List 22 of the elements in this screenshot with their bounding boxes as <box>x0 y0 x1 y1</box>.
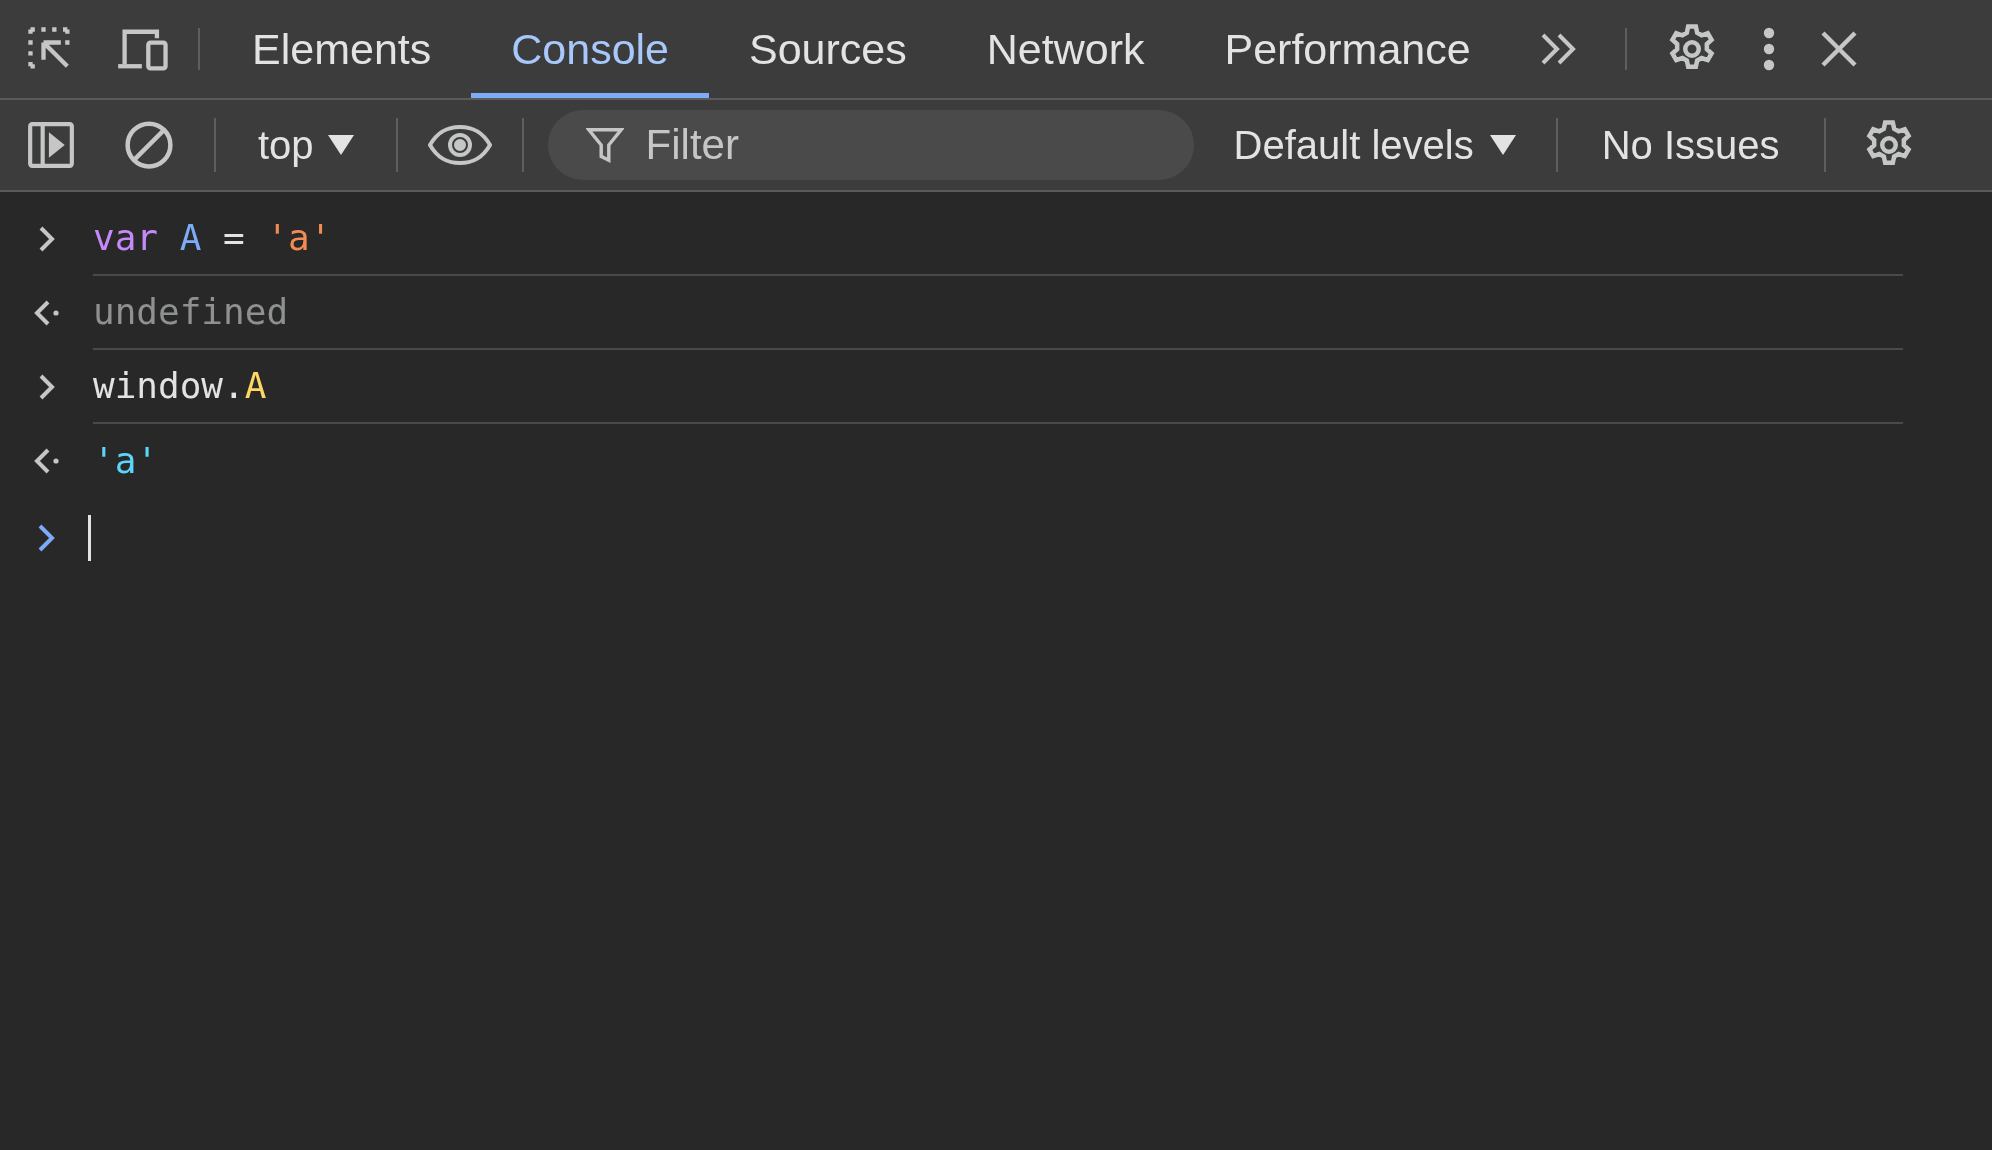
more-options-icon[interactable] <box>1762 27 1775 71</box>
sidebar-toggle-icon[interactable] <box>26 120 76 170</box>
close-icon[interactable] <box>1818 29 1859 69</box>
panel-tab[interactable]: Elements <box>212 0 472 98</box>
filter-icon <box>585 126 624 164</box>
eye-icon[interactable] <box>427 125 492 165</box>
issues-count[interactable]: No Issues <box>1557 115 1824 175</box>
panel-tab[interactable]: Sources <box>709 0 947 98</box>
input-code-text: window.A <box>93 364 267 408</box>
result-text: undefined <box>93 290 289 334</box>
result-arrow-icon <box>33 298 60 328</box>
panel-tab[interactable]: Performance <box>1184 0 1511 98</box>
input-code-text: var A = 'a' <box>93 216 332 260</box>
filter-field[interactable]: Filter <box>547 110 1194 180</box>
levels-dropdown[interactable]: Default levels <box>1193 115 1556 175</box>
result-arrow-icon <box>33 446 60 476</box>
caret-down-icon <box>327 135 354 155</box>
panel-tab[interactable]: Network <box>946 0 1185 98</box>
clear-console-icon[interactable] <box>122 118 176 172</box>
context-dropdown[interactable]: top <box>216 115 396 175</box>
caret-down-icon <box>1489 135 1516 155</box>
result-text: 'a' <box>93 439 159 483</box>
